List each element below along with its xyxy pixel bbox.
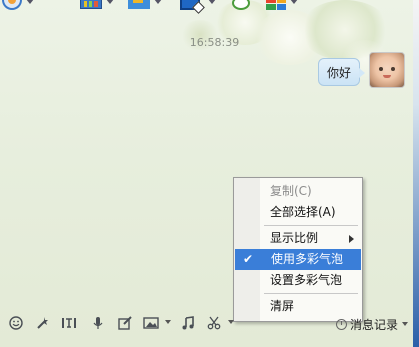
avatar[interactable] bbox=[369, 52, 405, 88]
chevron-down-icon[interactable] bbox=[208, 0, 216, 4]
top-toolbar bbox=[0, 0, 419, 16]
message-history-button[interactable]: 消息记录 bbox=[336, 314, 409, 334]
chevron-down-icon[interactable] bbox=[165, 320, 171, 324]
shake-icon[interactable] bbox=[33, 312, 53, 334]
submenu-arrow-icon bbox=[349, 235, 354, 243]
remote-desktop-button[interactable] bbox=[180, 0, 216, 14]
menu-item-select-all[interactable]: 全部选择(A) bbox=[234, 202, 362, 223]
menu-item-bubble-settings[interactable]: 设置多彩气泡 bbox=[234, 270, 362, 291]
message-history-label: 消息记录 bbox=[350, 317, 399, 332]
clock-icon bbox=[336, 318, 347, 330]
message-timestamp: 16:58:39 bbox=[189, 36, 240, 49]
chat-bubble-icon bbox=[232, 0, 250, 10]
chevron-down-icon[interactable] bbox=[290, 0, 298, 4]
remote-desktop-icon bbox=[180, 0, 200, 10]
menu-separator bbox=[264, 225, 358, 226]
menu-item-label: 使用多彩气泡 bbox=[271, 252, 344, 266]
voice-icon[interactable] bbox=[88, 312, 108, 334]
font-icon[interactable] bbox=[59, 312, 79, 334]
emoji-icon[interactable] bbox=[6, 312, 26, 334]
video-call-icon bbox=[2, 0, 22, 10]
window-edge bbox=[413, 0, 419, 347]
apps-icon bbox=[266, 0, 286, 10]
app-icon bbox=[80, 0, 102, 9]
menu-item-colorful-bubble[interactable]: ✔ 使用多彩气泡 bbox=[235, 249, 361, 270]
apps-button[interactable] bbox=[266, 0, 298, 14]
input-toolbar: 消息记录 bbox=[0, 312, 413, 334]
menu-item-label: 显示比例 bbox=[270, 231, 319, 245]
chevron-down-icon[interactable] bbox=[154, 0, 162, 4]
app-button[interactable] bbox=[80, 0, 114, 14]
screenshot-icon[interactable] bbox=[204, 312, 224, 334]
image-icon[interactable] bbox=[141, 312, 161, 334]
menu-separator bbox=[264, 293, 358, 294]
chevron-down-icon[interactable] bbox=[106, 0, 114, 4]
context-menu: 复制(C) 全部选择(A) 显示比例 ✔ 使用多彩气泡 设置多彩气泡 清屏 bbox=[233, 177, 363, 322]
menu-item-zoom[interactable]: 显示比例 bbox=[234, 228, 362, 249]
checkmark-icon: ✔ bbox=[243, 252, 254, 266]
message-bubble[interactable]: 你好 bbox=[318, 58, 366, 86]
chevron-down-icon[interactable] bbox=[402, 322, 409, 326]
menu-item-copy[interactable]: 复制(C) bbox=[234, 181, 362, 202]
chat-window: 16:58:39 你好 复制(C) 全部选择(A) 显示比例 ✔ 使用多彩气泡 … bbox=[0, 0, 419, 347]
file-transfer-button[interactable] bbox=[128, 0, 162, 14]
music-icon[interactable] bbox=[178, 312, 198, 334]
chat-bubble-button[interactable] bbox=[232, 0, 250, 14]
chevron-down-icon[interactable] bbox=[228, 320, 234, 324]
video-call-button[interactable] bbox=[2, 0, 34, 14]
edit-icon[interactable] bbox=[115, 312, 135, 334]
chevron-down-icon[interactable] bbox=[26, 0, 34, 4]
file-transfer-icon bbox=[128, 0, 150, 9]
